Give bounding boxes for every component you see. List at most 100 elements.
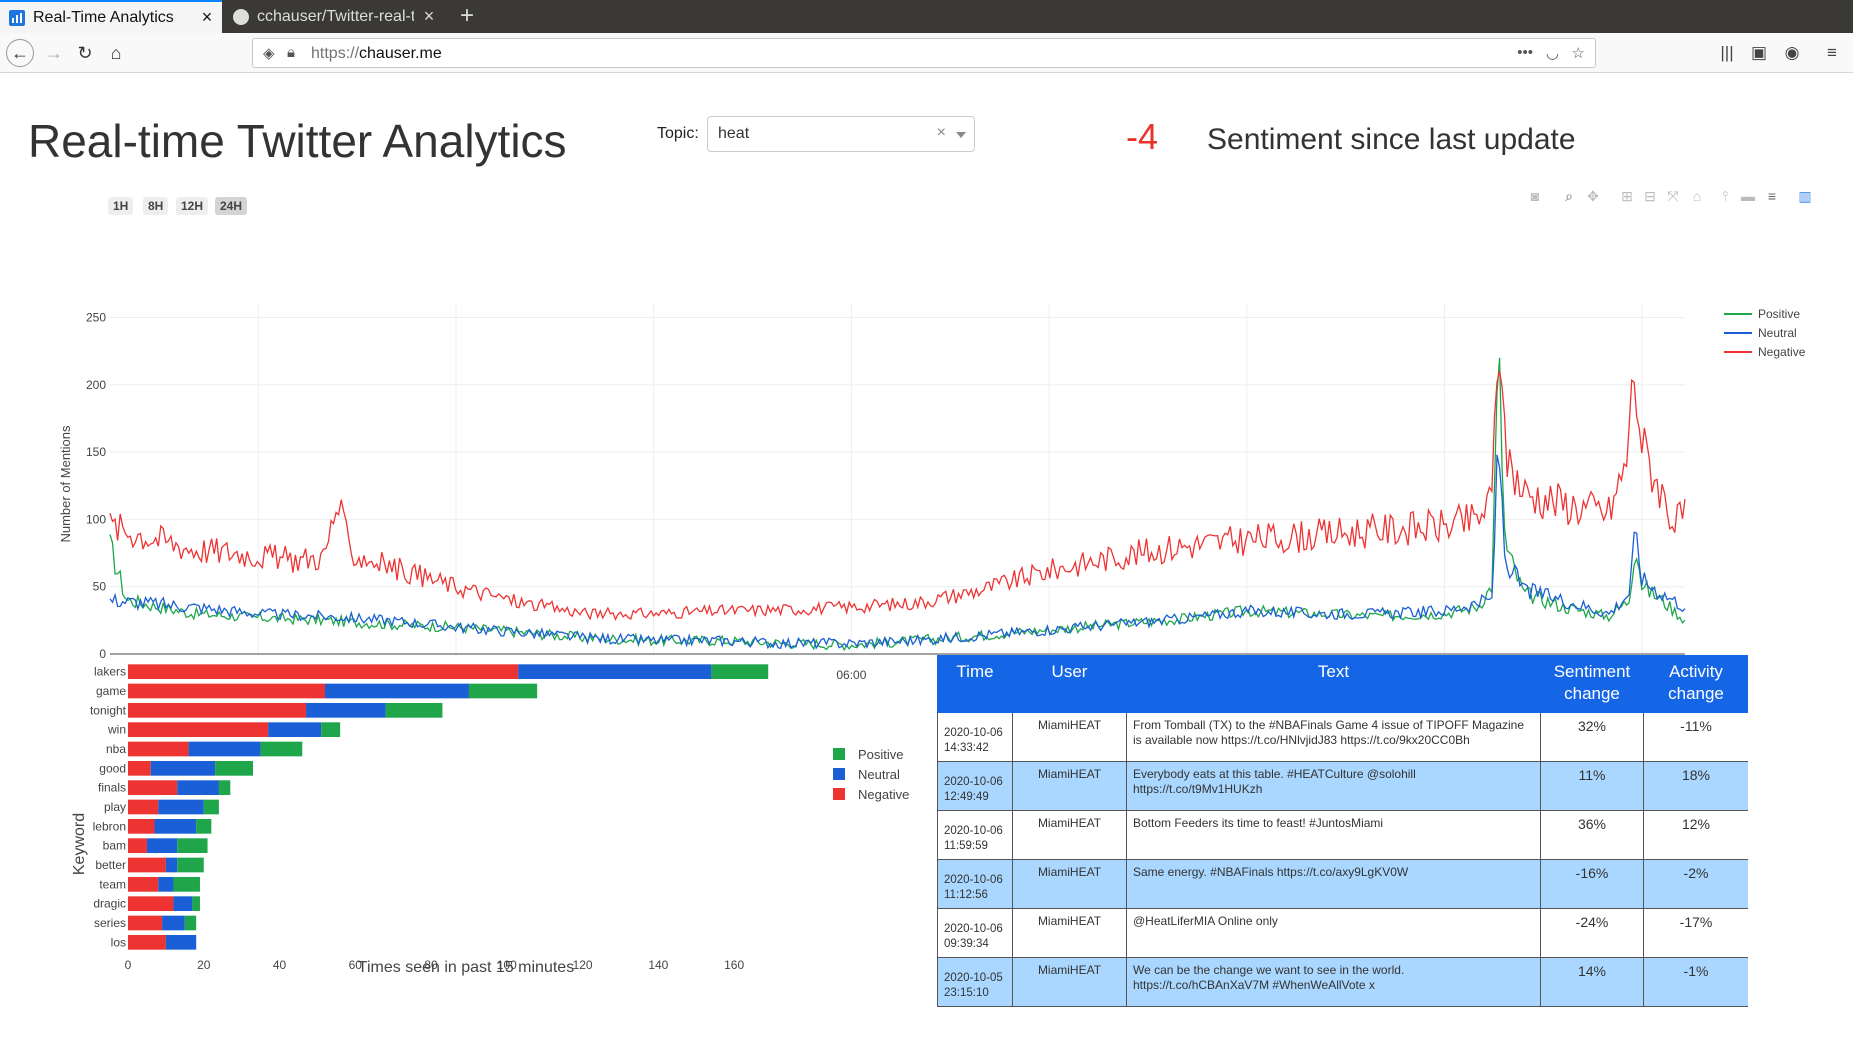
- bar-neutral: [158, 799, 204, 815]
- bar-legend-label-neutral[interactable]: Neutral: [858, 767, 900, 782]
- bar-negative: [128, 780, 178, 796]
- bar-neutral: [146, 838, 178, 854]
- bar-legend-label-positive[interactable]: Positive: [858, 747, 904, 762]
- bar-positive: [196, 818, 212, 834]
- table-row: 2020-10-05 23:15:10 MiamiHEAT We can be …: [937, 957, 1748, 1007]
- bar-positive: [184, 915, 197, 931]
- bar-positive: [321, 722, 341, 738]
- chevron-down-icon[interactable]: [956, 132, 966, 138]
- bar-category-label: los: [111, 935, 126, 949]
- reload-button[interactable]: ↻: [71, 39, 99, 67]
- new-tab-button[interactable]: +: [450, 0, 484, 33]
- url-bar[interactable]: ◈ 🔒︎ https://chauser.me ••• ◡ ☆: [252, 38, 1596, 68]
- bar-neutral: [158, 876, 174, 892]
- legend-label-negative[interactable]: Negative: [1758, 345, 1806, 359]
- y-tick-label: 200: [86, 378, 106, 392]
- table-row: 2020-10-06 11:59:59 MiamiHEAT Bottom Fee…: [937, 810, 1748, 860]
- y-tick-label: 150: [86, 445, 106, 459]
- account-icon[interactable]: ◉: [1778, 39, 1806, 67]
- cell-user: MiamiHEAT: [1012, 712, 1127, 762]
- topic-value: heat: [718, 125, 750, 142]
- tab-title: Real-Time Analytics: [33, 8, 174, 26]
- cell-sentiment: 32%: [1540, 712, 1644, 762]
- menu-icon[interactable]: ≡: [1818, 39, 1846, 67]
- clear-icon[interactable]: ×: [937, 124, 946, 142]
- library-icon[interactable]: |||: [1713, 39, 1741, 67]
- bookmark-star-icon[interactable]: ☆: [1572, 44, 1585, 62]
- bar-legend-swatch-negative[interactable]: [833, 788, 845, 800]
- shield-icon[interactable]: ◈: [263, 44, 275, 62]
- col-header-time[interactable]: Time: [937, 655, 1013, 713]
- bar-negative: [128, 664, 519, 680]
- more-actions-icon[interactable]: •••: [1517, 44, 1533, 61]
- bar-positive: [260, 741, 303, 757]
- bar-legend-swatch-neutral[interactable]: [833, 768, 845, 780]
- lock-icon[interactable]: 🔒︎: [287, 44, 295, 61]
- bar-neutral: [154, 818, 197, 834]
- bar-positive: [192, 896, 200, 912]
- cell-time: 2020-10-06 11:59:59: [937, 810, 1013, 860]
- bar-neutral: [518, 664, 712, 680]
- pocket-icon[interactable]: ◡: [1546, 44, 1559, 62]
- url-text[interactable]: https://chauser.me: [311, 45, 442, 63]
- table-row: 2020-10-06 09:39:34 MiamiHEAT @HeatLifer…: [937, 908, 1748, 958]
- dashboard-page: Real-time Twitter Analytics Topic: heat …: [0, 74, 1853, 1025]
- back-button[interactable]: ←: [6, 39, 34, 67]
- bar-category-label: lakers: [94, 665, 126, 679]
- cell-sentiment: 36%: [1540, 810, 1644, 860]
- bar-negative: [128, 741, 189, 757]
- tweets-table-container[interactable]: Time User Text Sentiment change Activity…: [937, 655, 1748, 1051]
- tab-github[interactable]: cchauser/Twitter-real-tim ×: [224, 0, 444, 33]
- cell-user: MiamiHEAT: [1012, 957, 1127, 1007]
- table-row: 2020-10-06 11:12:56 MiamiHEAT Same energ…: [937, 859, 1748, 909]
- bar-y-axis-title: Keyword: [71, 813, 88, 875]
- bar-positive: [385, 702, 443, 718]
- tab-close-icon[interactable]: ×: [192, 7, 222, 28]
- bar-x-tick-label: 20: [197, 958, 211, 972]
- bar-negative: [128, 838, 147, 854]
- table-row: 2020-10-06 14:33:42 MiamiHEAT From Tomba…: [937, 712, 1748, 762]
- bar-positive: [215, 760, 254, 776]
- col-header-activity[interactable]: Activity change: [1643, 655, 1748, 713]
- bar-neutral: [306, 702, 386, 718]
- bar-positive: [218, 780, 231, 796]
- bar-positive: [468, 683, 538, 699]
- bar-category-label: win: [107, 723, 126, 737]
- browser-tab-bar: Real-Time Analytics × cchauser/Twitter-r…: [0, 0, 1853, 33]
- topic-dropdown[interactable]: heat ×: [707, 116, 975, 152]
- bar-negative: [128, 702, 307, 718]
- tab-close-icon[interactable]: ×: [414, 6, 444, 27]
- y-axis-title: Number of Mentions: [58, 425, 73, 543]
- col-header-user[interactable]: User: [1012, 655, 1127, 713]
- tweets-table: Time User Text Sentiment change Activity…: [937, 655, 1748, 1007]
- page-title: Real-time Twitter Analytics: [28, 115, 567, 167]
- github-icon: [233, 8, 249, 25]
- bar-neutral: [165, 934, 197, 950]
- browser-nav-bar: ← → ↻ ⌂ ◈ 🔒︎ https://chauser.me ••• ◡ ☆ …: [0, 33, 1853, 73]
- bar-x-tick-label: 140: [648, 958, 668, 972]
- sentiment-value: -4: [1126, 116, 1159, 157]
- bar-legend-swatch-positive[interactable]: [833, 748, 845, 760]
- bar-negative: [128, 896, 174, 912]
- bar-negative: [128, 799, 159, 815]
- bar-category-label: good: [99, 761, 126, 775]
- legend-label-neutral[interactable]: Neutral: [1758, 326, 1797, 340]
- bar-category-label: nba: [106, 742, 126, 756]
- bar-negative: [128, 722, 269, 738]
- legend-label-positive[interactable]: Positive: [1758, 307, 1800, 321]
- forward-button[interactable]: →: [40, 39, 68, 67]
- cell-sentiment: 11%: [1540, 761, 1644, 811]
- bar-category-label: game: [96, 684, 126, 698]
- home-icon[interactable]: ⌂: [102, 39, 130, 67]
- col-header-text[interactable]: Text: [1126, 655, 1541, 713]
- sentiment-label: Sentiment since last update: [1207, 123, 1576, 156]
- bar-legend-label-negative[interactable]: Negative: [858, 787, 909, 802]
- cell-user: MiamiHEAT: [1012, 908, 1127, 958]
- cell-text: Bottom Feeders its time to feast! #Junto…: [1126, 810, 1541, 860]
- bar-neutral: [188, 741, 261, 757]
- table-row: 2020-10-06 12:49:49 MiamiHEAT Everybody …: [937, 761, 1748, 811]
- bar-category-label: team: [99, 877, 126, 891]
- tab-real-time-analytics[interactable]: Real-Time Analytics ×: [0, 0, 222, 33]
- sidebar-icon[interactable]: ▣: [1745, 39, 1773, 67]
- col-header-sentiment[interactable]: Sentiment change: [1540, 655, 1644, 713]
